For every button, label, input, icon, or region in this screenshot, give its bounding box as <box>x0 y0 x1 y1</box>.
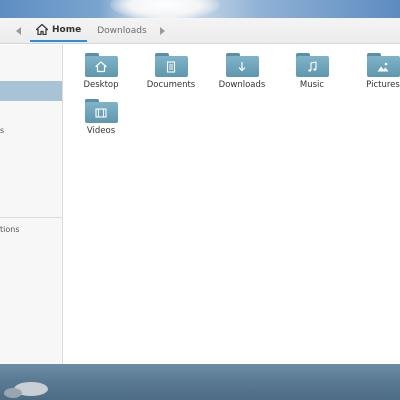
folder-icon <box>295 53 329 77</box>
desktop-wallpaper-bottom <box>0 362 400 400</box>
folder-item-desktop[interactable]: Desktop <box>68 49 134 95</box>
folder-item-documents[interactable]: Documents <box>138 49 204 95</box>
home-icon <box>36 24 48 35</box>
wallpaper-rock <box>4 388 22 398</box>
home-emblem-icon <box>95 60 107 72</box>
back-arrow-icon[interactable] <box>14 26 24 36</box>
folder-icon <box>84 99 118 123</box>
sidebar-item-label[interactable]: tions <box>0 225 20 234</box>
folder-item-videos[interactable]: Videos <box>68 95 134 141</box>
music-emblem-icon <box>308 60 317 72</box>
folder-label: Music <box>299 80 325 90</box>
download-emblem-icon <box>238 61 246 71</box>
sidebar: s tions <box>0 45 63 364</box>
forward-arrow-icon[interactable] <box>157 26 167 36</box>
folder-label: Desktop <box>83 80 119 90</box>
folder-label: Documents <box>146 80 196 90</box>
folder-label: Videos <box>86 126 116 136</box>
breadcrumb-home-label: Home <box>52 24 82 35</box>
folder-icon <box>366 53 400 77</box>
document-emblem-icon <box>166 60 176 73</box>
sidebar-divider <box>0 217 62 218</box>
file-view: Desktop Documents Downloads Music Pictur… <box>64 45 400 364</box>
folder-icon <box>225 53 259 77</box>
folder-icon <box>84 53 118 77</box>
file-manager-window: Home Downloads s tions Desktop Documents… <box>0 18 400 364</box>
folder-item-music[interactable]: Music <box>279 49 345 95</box>
picture-emblem-icon <box>377 62 389 71</box>
header-bar: Home Downloads <box>0 18 400 44</box>
sidebar-item-label[interactable]: s <box>0 126 4 135</box>
sidebar-item-selected[interactable] <box>0 81 62 101</box>
folder-item-downloads[interactable]: Downloads <box>209 49 275 95</box>
folder-item-pictures[interactable]: Pictures <box>350 49 400 95</box>
breadcrumb-downloads[interactable]: Downloads <box>97 26 146 36</box>
folder-icon <box>154 53 188 77</box>
folder-label: Pictures <box>366 80 400 90</box>
video-emblem-icon <box>95 107 107 118</box>
breadcrumb: Home Downloads <box>30 18 167 44</box>
breadcrumb-home[interactable]: Home <box>30 20 88 42</box>
folder-label: Downloads <box>218 80 266 90</box>
